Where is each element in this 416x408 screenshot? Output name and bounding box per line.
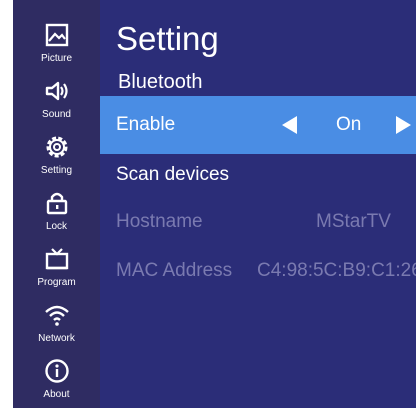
sidebar-item-about[interactable]: About (13, 336, 100, 400)
tv-settings-screen: Picture Sound Setting Lock Program Netwo… (13, 0, 416, 408)
arrow-right-icon[interactable] (396, 116, 411, 134)
sidebar-item-program[interactable]: Program (13, 224, 100, 288)
enable-value: On (336, 114, 362, 135)
mac-address-label: MAC Address (116, 260, 233, 281)
hostname-label: Hostname (116, 211, 203, 232)
sidebar-item-sound[interactable]: Sound (13, 56, 100, 120)
mac-address-value: C4:98:5C:B9:C1:26 (257, 260, 416, 281)
page-title: Setting (116, 20, 219, 57)
info-icon (44, 359, 69, 383)
section-title: Bluetooth (118, 71, 203, 93)
arrow-left-icon[interactable] (282, 116, 297, 134)
sidebar-item-network[interactable]: Network (13, 280, 100, 344)
wifi-icon (44, 305, 69, 326)
sidebar-item-setting[interactable]: Setting (13, 112, 100, 176)
lock-icon (46, 192, 67, 215)
tv-icon (45, 248, 68, 270)
settings-panel: Setting Bluetooth Enable On Scan devices… (100, 0, 416, 408)
sidebar-item-lock[interactable]: Lock (13, 168, 100, 232)
hostname-value: MStarTV (316, 211, 391, 232)
speaker-icon (45, 81, 68, 101)
sidebar: Picture Sound Setting Lock Program Netwo… (13, 0, 100, 408)
sidebar-item-label: About (43, 389, 70, 400)
enable-label: Enable (116, 114, 176, 135)
gear-icon (46, 136, 67, 158)
mac-address-row: MAC Address C4:98:5C:B9:C1:26 (100, 242, 416, 300)
scan-devices-label: Scan devices (116, 164, 230, 185)
picture-icon (45, 23, 68, 47)
sidebar-item-picture[interactable]: Picture (13, 0, 100, 64)
